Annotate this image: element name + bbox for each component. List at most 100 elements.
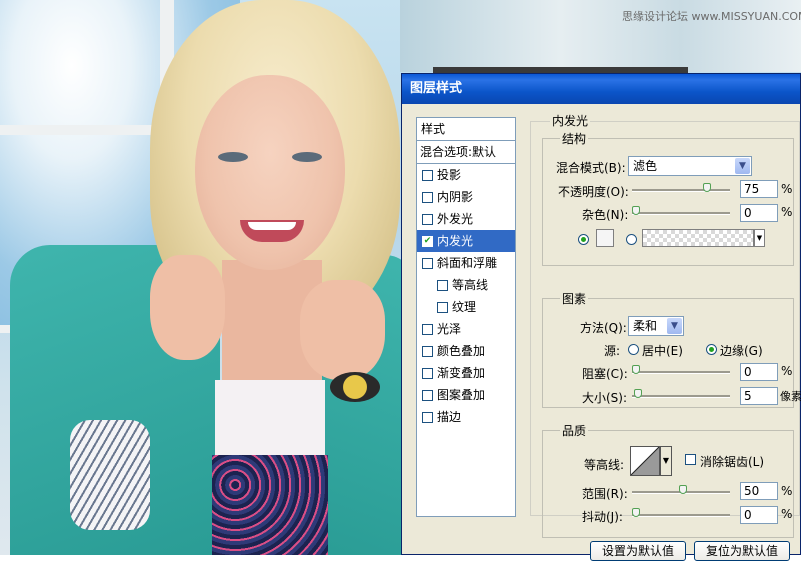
size-unit: 像素 — [780, 390, 801, 403]
style-item[interactable]: 外发光 — [417, 208, 515, 230]
size-slider-thumb[interactable] — [633, 389, 642, 398]
gradient-radio[interactable] — [626, 234, 637, 245]
antialias-checkbox[interactable] — [685, 454, 696, 465]
choke-unit: % — [781, 364, 793, 378]
choke-input[interactable]: 0 — [740, 363, 778, 381]
style-item[interactable]: 渐变叠加 — [417, 362, 515, 384]
blend-mode-select[interactable]: 滤色 ▼ — [628, 156, 752, 176]
style-checkbox[interactable] — [422, 411, 433, 423]
wristwatch — [330, 372, 380, 402]
style-item-label: 等高线 — [452, 278, 489, 292]
hand — [150, 255, 225, 360]
styles-header[interactable]: 样式 — [417, 118, 515, 141]
style-item-label: 投影 — [437, 168, 462, 182]
style-checkbox[interactable] — [437, 279, 448, 291]
elements-title: 图素 — [560, 290, 589, 307]
size-input[interactable]: 5 — [740, 387, 778, 405]
structure-title: 结构 — [560, 130, 589, 147]
opacity-slider-thumb[interactable] — [702, 183, 711, 192]
source-center-label: 居中(E) — [642, 344, 683, 358]
blend-mode-value: 滤色 — [633, 159, 658, 173]
style-checkbox[interactable] — [422, 389, 433, 401]
source-edge-radio[interactable] — [706, 344, 717, 355]
styles-list: 样式 混合选项:默认 投影内阴影外发光 ✔ 内发光斜面和浮雕等高线纹理 光泽颜色叠加渐… — [416, 117, 516, 517]
style-item[interactable]: 等高线 — [417, 274, 515, 296]
blend-options-item[interactable]: 混合选项:默认 — [417, 141, 515, 164]
source-label: 源: — [604, 344, 621, 358]
range-input[interactable]: 50 — [740, 482, 778, 500]
jitter-input[interactable]: 0 — [740, 506, 778, 524]
source-center-radio[interactable] — [628, 344, 639, 355]
jitter-unit: % — [781, 507, 793, 521]
style-item[interactable]: ✔ 内发光 — [417, 230, 515, 252]
style-checkbox[interactable] — [422, 191, 433, 203]
quality-title: 品质 — [560, 422, 589, 439]
style-item[interactable]: 图案叠加 — [417, 384, 515, 406]
choke-slider-thumb[interactable] — [632, 365, 640, 374]
style-item[interactable]: 投影 — [417, 164, 515, 186]
dialog-title[interactable]: 图层样式 — [402, 74, 800, 104]
noise-slider[interactable] — [632, 212, 730, 215]
style-item[interactable]: 颜色叠加 — [417, 340, 515, 362]
size-slider[interactable] — [632, 395, 730, 398]
contour-picker[interactable] — [630, 446, 660, 476]
contour-preview-icon — [631, 447, 659, 475]
style-item[interactable]: 描边 — [417, 406, 515, 428]
chevron-down-icon[interactable]: ▼ — [754, 229, 765, 247]
style-checkbox[interactable] — [422, 323, 433, 335]
noise-input[interactable]: 0 — [740, 204, 778, 222]
blend-mode-label: 混合模式(B): — [556, 161, 626, 175]
teeth — [248, 222, 296, 230]
chevron-down-icon: ▼ — [667, 318, 682, 334]
floral-top — [212, 455, 328, 555]
style-item-label: 渐变叠加 — [437, 366, 486, 380]
source-edge-label: 边缘(G) — [720, 344, 763, 358]
make-default-button[interactable]: 设置为默认值 — [590, 541, 686, 561]
gradient-picker[interactable] — [642, 229, 754, 247]
contour-label: 等高线: — [584, 458, 625, 472]
layer-style-dialog: 图层样式 样式 混合选项:默认 投影 内阴影 外发光 ✔ 内发光 斜面和浮雕 等高线 纹理 光泽… — [401, 73, 801, 561]
noise-unit: % — [781, 205, 793, 219]
style-item-label: 颜色叠加 — [437, 344, 486, 358]
style-item-label: 外发光 — [437, 212, 474, 226]
style-item[interactable]: 内阴影 — [417, 186, 515, 208]
opacity-input[interactable]: 75 — [740, 180, 778, 198]
style-checkbox[interactable] — [422, 257, 433, 269]
solid-color-radio[interactable] — [578, 234, 589, 245]
style-checkbox[interactable]: ✔ — [422, 235, 433, 247]
technique-value: 柔和 — [633, 319, 658, 333]
watermark: 思缘设计论坛 www.MISSYUAN.COM — [622, 10, 801, 23]
style-checkbox[interactable] — [422, 345, 433, 357]
style-item[interactable]: 纹理 — [417, 296, 515, 318]
jitter-label: 抖动(J): — [582, 510, 623, 524]
range-slider-thumb[interactable] — [679, 485, 687, 494]
noise-label: 杂色(N): — [582, 208, 629, 222]
hand — [300, 280, 385, 380]
range-unit: % — [781, 484, 793, 498]
jitter-slider[interactable] — [632, 514, 730, 517]
eye — [218, 152, 248, 162]
section-title: 内发光 — [550, 112, 591, 129]
eye — [292, 152, 322, 162]
style-checkbox[interactable] — [437, 301, 448, 313]
technique-select[interactable]: 柔和 ▼ — [628, 316, 684, 336]
style-item[interactable]: 光泽 — [417, 318, 515, 340]
choke-slider[interactable] — [632, 371, 730, 374]
choke-label: 阻塞(C): — [582, 367, 628, 381]
size-label: 大小(S): — [582, 391, 628, 405]
chevron-down-icon[interactable]: ▼ — [660, 446, 672, 476]
style-checkbox[interactable] — [422, 213, 433, 225]
opacity-slider[interactable] — [632, 189, 730, 192]
opacity-unit: % — [781, 182, 793, 196]
opacity-label: 不透明度(O): — [558, 185, 629, 199]
noise-slider-thumb[interactable] — [632, 206, 640, 215]
style-item-label: 内阴影 — [437, 190, 474, 204]
striped-sleeve — [70, 420, 150, 530]
style-item[interactable]: 斜面和浮雕 — [417, 252, 515, 274]
style-item-label: 斜面和浮雕 — [437, 256, 498, 270]
style-checkbox[interactable] — [422, 169, 433, 181]
reset-default-button[interactable]: 复位为默认值 — [694, 541, 790, 561]
style-checkbox[interactable] — [422, 367, 433, 379]
glow-color-swatch[interactable] — [596, 229, 614, 247]
jitter-slider-thumb[interactable] — [632, 508, 640, 517]
